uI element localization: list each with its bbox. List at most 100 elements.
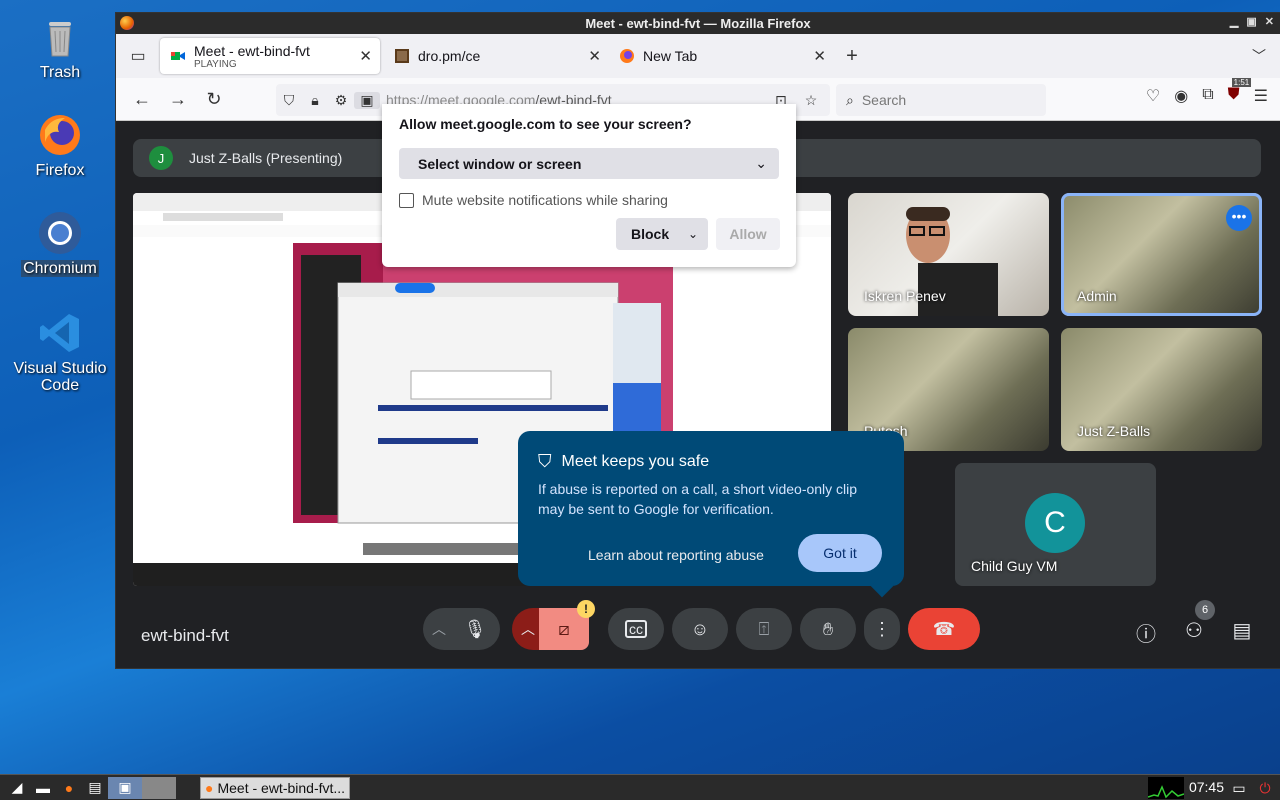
shield-icon[interactable]: ⛉ <box>276 92 302 109</box>
more-options-icon[interactable]: ••• <box>1226 205 1252 231</box>
cpu-graph <box>1147 777 1185 799</box>
raise-hand-button[interactable]: ✋︎ <box>800 608 856 650</box>
participant-name: Child Guy VM <box>971 558 1058 574</box>
trash-icon <box>37 14 83 60</box>
mute-notifications-label[interactable]: Mute website notifications while sharing <box>422 192 668 208</box>
more-vert-icon: ⋮ <box>873 618 891 639</box>
workspace-1-icon[interactable]: ▣ <box>108 776 142 799</box>
firefox-icon <box>620 49 634 63</box>
new-tab-plus-icon[interactable]: + <box>834 45 870 68</box>
participant-name: Admin <box>1077 288 1117 304</box>
firefox-view-icon[interactable]: ▭ <box>116 34 160 78</box>
captions-icon: cc <box>625 620 647 638</box>
permissions-icon[interactable]: ⚙︎ <box>328 92 354 109</box>
maximize-icon[interactable]: ▣ <box>1246 15 1256 28</box>
account-icon[interactable]: ◉ <box>1174 86 1188 106</box>
ublock-icon[interactable]: ⛊ 1:51 <box>1228 78 1252 106</box>
close-icon[interactable]: ✕ <box>1265 15 1274 28</box>
present-screen-button[interactable]: ⍐ <box>736 608 792 650</box>
tab-newtab[interactable]: New Tab ✕ <box>609 38 834 74</box>
lock-icon[interactable]: 🔒︎ <box>302 92 328 109</box>
popup-pointer <box>870 574 894 598</box>
people-icon[interactable]: ⚇ <box>1179 618 1209 643</box>
search-placeholder: Search <box>861 92 907 108</box>
dro-site-icon <box>395 49 409 63</box>
captions-button[interactable]: cc <box>608 608 664 650</box>
desktop-icon-chromium[interactable]: Chromium <box>5 210 115 278</box>
permission-question: Allow meet.google.com to see your screen… <box>399 116 692 132</box>
firefox-logo-icon <box>120 16 134 30</box>
file-manager-icon[interactable]: ▤ <box>82 777 108 799</box>
presenter-avatar: J <box>149 146 173 170</box>
meeting-info-icon[interactable]: ⓘ <box>1131 618 1161 647</box>
camera-off-icon: ⧄ <box>558 618 570 639</box>
participant-tile[interactable]: Just Z-Balls <box>1061 328 1262 451</box>
vscode-icon <box>37 310 83 356</box>
window-titlebar[interactable]: Meet - ewt-bind-fvt — Mozilla Firefox ▁ … <box>116 13 1280 34</box>
tab-meet[interactable]: Meet - ewt-bind-fvt PLAYING ✕ <box>160 38 380 74</box>
search-input[interactable]: ⌕ Search <box>836 84 1046 116</box>
participant-avatar: C <box>1025 493 1085 553</box>
present-screen-icon: ⍐ <box>758 618 770 639</box>
chevron-down-icon: ⌄ <box>755 155 767 171</box>
desktop-icon-firefox[interactable]: Firefox <box>5 112 115 180</box>
start-menu-icon[interactable]: ◢ <box>4 777 30 799</box>
more-options-button[interactable]: ⋮ <box>864 608 900 650</box>
firefox-icon: ● <box>205 780 214 796</box>
participant-tile[interactable]: ••• Admin <box>1061 193 1262 316</box>
chat-icon[interactable]: ▤ <box>1227 618 1257 643</box>
workspace-2-icon[interactable] <box>142 776 176 799</box>
participant-tile[interactable]: Iskren Penev <box>848 193 1049 316</box>
meeting-code: ewt-bind-fvt <box>141 626 229 645</box>
tab-close-icon[interactable]: ✕ <box>588 47 601 65</box>
camera-off-button[interactable]: ⧄ ! <box>539 600 595 650</box>
got-it-button[interactable]: Got it <box>798 534 882 572</box>
chevron-down-icon[interactable]: ﹀ <box>1252 46 1266 66</box>
bookmark-star-icon[interactable]: ☆ <box>798 92 824 109</box>
block-button[interactable]: Block ⌄ <box>616 218 708 250</box>
select-window-dropdown[interactable]: Select window or screen ⌄ <box>399 148 779 179</box>
chevron-up-icon: ︿ <box>521 621 535 637</box>
safety-popup: ⛉ Meet keeps you safe If abuse is report… <box>518 431 904 598</box>
minimize-icon[interactable]: ▁ <box>1230 15 1238 28</box>
pocket-icon[interactable]: ♡ <box>1146 86 1160 106</box>
select-window-label: Select window or screen <box>418 155 582 172</box>
desktop-icon-label: Visual Studio Code <box>13 360 107 394</box>
emoji-reaction-button[interactable]: ☺ <box>672 608 728 650</box>
firefox-icon <box>37 112 83 158</box>
hang-up-icon: ☎︎ <box>932 618 956 639</box>
menu-hamburger-icon[interactable]: ☰ <box>1254 86 1268 106</box>
learn-reporting-link[interactable]: Learn about reporting abuse <box>588 547 764 563</box>
network-icon[interactable]: ▭ <box>1226 777 1252 799</box>
forward-arrow-icon[interactable]: → <box>160 84 196 114</box>
back-arrow-icon[interactable]: ← <box>124 84 160 114</box>
shield-icon: ⛉ <box>538 451 552 471</box>
search-icon: ⌕ <box>846 91 854 108</box>
taskbar-window-button[interactable]: ● Meet - ewt-bind-fvt... <box>200 777 350 799</box>
participant-tile[interactable]: C Child Guy VM <box>955 463 1156 586</box>
presenter-label: Just Z-Balls (Presenting) <box>189 150 343 166</box>
allow-button[interactable]: Allow <box>716 218 780 250</box>
tab-dro[interactable]: dro.pm/ce ✕ <box>384 38 609 74</box>
extensions-icon[interactable]: ⧉ <box>1202 86 1213 106</box>
desktop-icon-vscode[interactable]: Visual Studio Code <box>5 310 115 395</box>
participant-name: Just Z-Balls <box>1077 423 1151 439</box>
chevron-down-icon[interactable]: ⌄ <box>688 227 698 241</box>
microphone-button[interactable]: 🎙︎ <box>450 608 500 650</box>
firefox-launcher-icon[interactable]: ● <box>56 777 82 799</box>
tab-title: New Tab <box>643 48 698 64</box>
screen-share-icon[interactable]: ▣ <box>354 91 380 109</box>
reload-icon[interactable]: ↻ <box>196 84 232 114</box>
raise-hand-icon: ✋︎ <box>822 618 834 639</box>
tab-close-icon[interactable]: ✕ <box>813 47 826 65</box>
power-icon[interactable]: ⏻ <box>1252 777 1278 799</box>
mute-notifications-checkbox[interactable] <box>399 193 414 208</box>
desktop-icon-label: Chromium <box>21 260 99 277</box>
leave-call-button[interactable]: ☎︎ <box>908 608 980 650</box>
show-desktop-icon[interactable]: ▬ <box>30 777 56 799</box>
tab-close-icon[interactable]: ✕ <box>359 47 372 65</box>
desktop-icon-trash[interactable]: Trash <box>5 14 115 82</box>
desktop-icon-label: Trash <box>39 64 81 81</box>
warning-badge: ! <box>577 600 595 618</box>
google-meet-icon <box>171 52 185 60</box>
